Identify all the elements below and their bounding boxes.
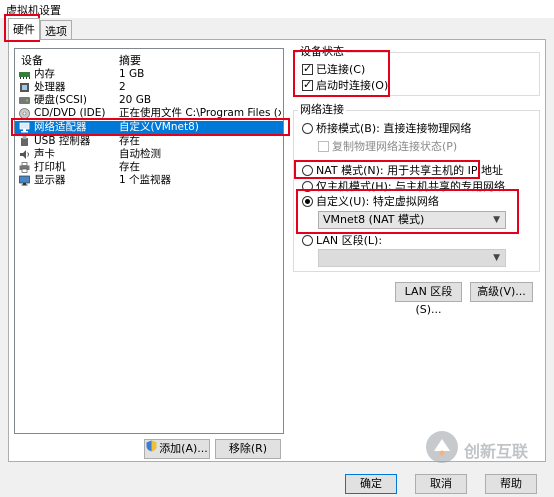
device-name: CD/DVD (IDE) [34,107,106,119]
device-name: 内存 [34,68,55,80]
advanced-button[interactable]: 高级(V)... [470,282,533,302]
replicate-state-checkbox[interactable] [318,141,329,152]
bridged-label[interactable]: 桥接模式(B): 直接连接物理网络 [316,122,471,135]
watermark-logo: 创新互联 [424,427,544,467]
lan-segment-select[interactable]: ▼ [318,249,506,267]
tab-hardware[interactable]: 硬件 [8,18,40,40]
cd-dvd-icon [19,108,30,119]
nat-radio[interactable] [302,165,313,176]
device-row-hard-disk[interactable]: 硬盘(SCSI) 20 GB [15,94,283,107]
custom-radio[interactable] [302,196,313,207]
device-summary: 自动检测 [119,148,161,160]
add-device-label: 添加(A)... [159,442,208,455]
device-list-header: 设备 摘要 [15,49,283,67]
cancel-button[interactable]: 取消 [415,474,467,494]
shield-icon [146,440,157,458]
connect-at-power-on-checkbox[interactable] [302,78,313,91]
device-name: 硬盘(SCSI) [34,94,87,106]
connect-at-power-on-label[interactable]: 启动时连接(O) [316,79,388,92]
device-name: 打印机 [34,161,66,173]
device-status-title: 设备状态 [298,45,346,58]
custom-network-value: VMnet8 (NAT 模式) [323,213,425,226]
device-row-usb[interactable]: USB 控制器 存在 [15,135,283,148]
device-row-cd-dvd[interactable]: CD/DVD (IDE) 正在使用文件 C:\Program Files (x8… [15,107,283,120]
device-summary: 20 GB [119,94,152,106]
device-row-processor[interactable]: 处理器 2 [15,81,283,94]
printer-icon [19,162,30,173]
help-label: 帮助 [500,477,522,490]
remove-device-button[interactable]: 移除(R) [215,439,281,459]
sound-card-icon [19,149,30,160]
cancel-label: 取消 [430,477,452,490]
device-summary: 1 GB [119,68,145,80]
device-summary: 存在 [119,135,140,147]
device-summary: 2 [119,81,126,93]
connected-label[interactable]: 已连接(C) [316,63,365,76]
device-summary: 自定义(VMnet8) [119,121,199,133]
host-only-radio[interactable] [302,181,313,192]
tab-options-label: 选项 [45,25,67,38]
lan-segment-label[interactable]: LAN 区段(L): [316,234,382,247]
column-summary: 摘要 [119,54,141,67]
device-name: 网络适配器 [34,121,87,133]
lan-segments-button[interactable]: LAN 区段(S)... [395,282,462,316]
lan-segment-radio[interactable] [302,235,313,246]
device-name: USB 控制器 [34,135,91,147]
help-button[interactable]: 帮助 [485,474,537,494]
device-summary: 1 个监视器 [119,174,172,186]
bridged-radio[interactable] [302,123,313,134]
device-row-network-adapter[interactable]: 网络适配器 自定义(VMnet8) [15,121,283,134]
custom-label[interactable]: 自定义(U): 特定虚拟网络 [316,195,439,208]
add-device-button[interactable]: 添加(A)... [144,439,210,459]
column-device: 设备 [21,54,43,67]
replicate-state-label[interactable]: 复制物理网络连接状态(P) [332,140,457,153]
window-title: 虚拟机设置 [6,4,61,17]
ok-button[interactable]: 确定 [345,474,397,494]
host-only-label[interactable]: 仅主机模式(H): 与主机共享的专用网络 [316,180,505,193]
device-row-sound-card[interactable]: 声卡 自动检测 [15,148,283,161]
watermark-text: 创新互联 [464,442,529,461]
processor-icon [19,82,30,93]
network-adapter-icon [19,122,30,133]
tab-options[interactable]: 选项 [40,20,72,40]
ok-label: 确定 [360,477,382,490]
nat-label[interactable]: NAT 模式(N): 用于共享主机的 IP 地址 [316,164,503,177]
device-row-display[interactable]: 显示器 1 个监视器 [15,174,283,187]
custom-network-select[interactable]: VMnet8 (NAT 模式) ▼ [318,211,506,229]
hard-disk-icon [19,95,30,106]
device-summary: 正在使用文件 C:\Program Files (x86... [119,107,281,119]
usb-icon [19,136,30,147]
device-row-printer[interactable]: 打印机 存在 [15,161,283,174]
memory-icon [19,69,30,80]
advanced-label: 高级(V)... [477,285,526,298]
device-list[interactable]: 设备 摘要 内存 1 GB 处理器 2 硬盘(SCSI) 20 GB CD/DV… [14,48,284,434]
connected-checkbox[interactable] [302,62,313,75]
network-connection-title: 网络连接 [298,103,346,116]
device-name: 处理器 [34,81,66,93]
device-name: 显示器 [34,174,66,186]
remove-device-label: 移除(R) [228,442,268,455]
device-name: 声卡 [34,148,55,160]
chevron-down-icon: ▼ [493,215,500,225]
chevron-down-icon: ▼ [493,253,500,263]
display-icon [19,175,30,186]
device-row-memory[interactable]: 内存 1 GB [15,68,283,81]
tab-hardware-label: 硬件 [13,23,35,36]
device-summary: 存在 [119,161,140,173]
title-bar: 虚拟机设置 [0,0,554,18]
